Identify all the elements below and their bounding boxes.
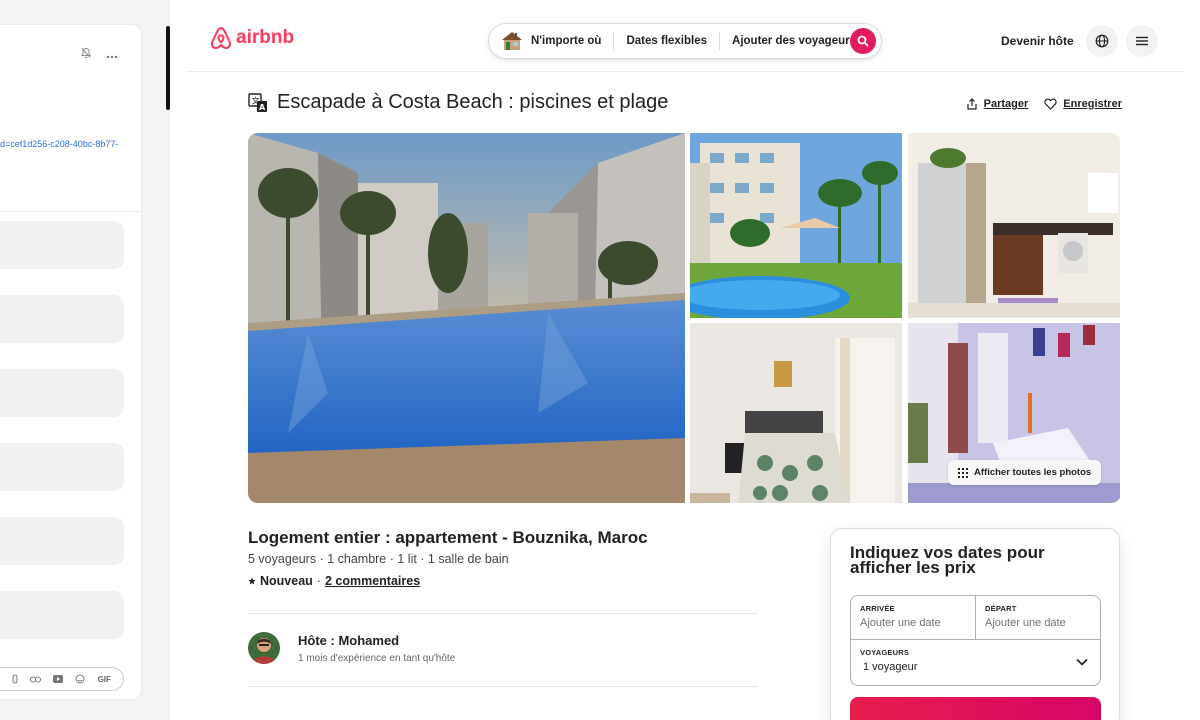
guests-label: VOYAGEURS: [860, 648, 910, 657]
message-placeholder: [0, 369, 124, 417]
show-all-photos-button[interactable]: Afficher toutes les photos: [948, 460, 1102, 485]
new-badge: Nouveau: [260, 574, 313, 588]
save-label: Enregistrer: [1063, 98, 1122, 110]
checkin-value: Ajouter une date: [860, 617, 941, 629]
message-placeholder: [0, 221, 124, 269]
star-icon: [248, 577, 256, 585]
rating-separator: ·: [316, 574, 321, 588]
search-dates-label: Dates flexibles: [626, 35, 708, 47]
globe-icon: [1095, 34, 1109, 48]
message-placeholder: [0, 591, 124, 639]
photo-gallery: Afficher toutes les photos: [248, 133, 1121, 503]
language-button[interactable]: [1086, 25, 1118, 57]
video-icon[interactable]: [53, 675, 64, 683]
airbnb-page: airbnb N'importe où Dates flexibles Ajou…: [186, 0, 1184, 720]
background-app-panel: d=cef1d256-c208-40bc-8b77- GIF: [0, 0, 170, 720]
panel-header-icons: [80, 47, 118, 62]
rating-row: Nouveau · 2 commentaires: [248, 574, 420, 588]
checkin-label: ARRIVÉE: [860, 604, 895, 613]
message-placeholder: [0, 517, 124, 565]
booking-card: Indiquez vos dates pour afficher les pri…: [830, 528, 1120, 720]
checkout-field[interactable]: DÉPART Ajouter une date: [976, 596, 1101, 639]
more-icon[interactable]: [106, 48, 118, 62]
airbnb-logo-icon: [210, 27, 232, 49]
become-host-link[interactable]: Devenir hôte: [1001, 34, 1074, 48]
logo-wordmark: airbnb: [236, 27, 295, 48]
share-icon: [967, 98, 977, 110]
divider: [248, 613, 758, 614]
site-header: airbnb N'importe où Dates flexibles Ajou…: [186, 10, 1184, 72]
listing-actions: Partager Enregistrer: [966, 98, 1122, 110]
listing-specs: 5 voyageurs · 1 chambre · 1 lit · 1 sall…: [248, 552, 509, 566]
message-placeholder: [0, 443, 124, 491]
link-icon[interactable]: [30, 676, 42, 683]
hamburger-icon: [1136, 36, 1148, 46]
user-menu-button[interactable]: [1126, 25, 1158, 57]
listing-title: Escapade à Costa Beach : piscines et pla…: [277, 91, 669, 113]
gif-button[interactable]: GIF: [98, 675, 111, 684]
checkout-label: DÉPART: [985, 604, 1017, 613]
photo-kitchen[interactable]: [908, 133, 1120, 318]
photo-pool-sunset[interactable]: [248, 133, 685, 503]
check-availability-button[interactable]: [850, 697, 1101, 720]
guests-value: 1 voyageur: [863, 661, 918, 673]
search-icon: [857, 35, 869, 47]
divider: [0, 211, 142, 212]
listing-subtitle: Logement entier : appartement - Bouznika…: [248, 528, 648, 547]
booking-title: Indiquez vos dates pour afficher les pri…: [850, 543, 1045, 577]
reviews-link[interactable]: 2 commentaires: [325, 574, 420, 588]
airbnb-logo[interactable]: airbnb: [210, 26, 294, 50]
grid-icon: [958, 467, 968, 478]
message-placeholder: [0, 295, 124, 343]
attach-icon[interactable]: [12, 674, 18, 684]
emoji-icon[interactable]: [75, 674, 85, 684]
heart-icon: [1044, 98, 1057, 110]
search-guests[interactable]: Ajouter des voyageurs: [720, 32, 868, 50]
share-button[interactable]: Partager: [966, 98, 1029, 110]
show-all-photos-label: Afficher toutes les photos: [974, 467, 1092, 478]
svg-text:A: A: [259, 103, 266, 112]
photo-bedroom[interactable]: [690, 323, 902, 503]
listing-title-row: 文 A Escapade à Costa Beach : piscines et…: [248, 90, 1122, 116]
scrollbar[interactable]: [166, 26, 170, 110]
search-bar[interactable]: N'importe où Dates flexibles Ajouter des…: [488, 23, 882, 59]
photo-pool-buildings[interactable]: [690, 133, 902, 318]
host-experience: 1 mois d'expérience en tant qu'hôte: [298, 653, 456, 664]
search-button[interactable]: [850, 28, 876, 54]
date-picker: ARRIVÉE Ajouter une date DÉPART Ajouter …: [850, 595, 1101, 686]
checkout-value: Ajouter une date: [985, 617, 1066, 629]
chevron-down-icon: [1076, 658, 1088, 666]
share-label: Partager: [983, 98, 1029, 110]
composer-toolbar: GIF: [0, 667, 124, 691]
host-avatar[interactable]: [248, 632, 280, 664]
search-where-label: N'importe où: [531, 35, 602, 47]
divider: [248, 686, 758, 687]
checkin-field[interactable]: ARRIVÉE Ajouter une date: [851, 596, 976, 639]
guests-field[interactable]: VOYAGEURS 1 voyageur: [851, 639, 1100, 685]
chat-link[interactable]: d=cef1d256-c208-40bc-8b77-: [0, 139, 142, 149]
search-where[interactable]: N'importe où: [489, 32, 615, 50]
search-guests-label: Ajouter des voyageurs: [732, 35, 856, 47]
search-dates[interactable]: Dates flexibles: [614, 32, 721, 50]
translate-icon[interactable]: 文 A: [248, 93, 268, 113]
host-name: Hôte : Mohamed: [298, 633, 400, 648]
bell-icon[interactable]: [80, 47, 92, 62]
background-chat-card: d=cef1d256-c208-40bc-8b77- GIF: [0, 24, 142, 700]
house-icon: [502, 32, 522, 50]
save-button[interactable]: Enregistrer: [1044, 98, 1122, 110]
